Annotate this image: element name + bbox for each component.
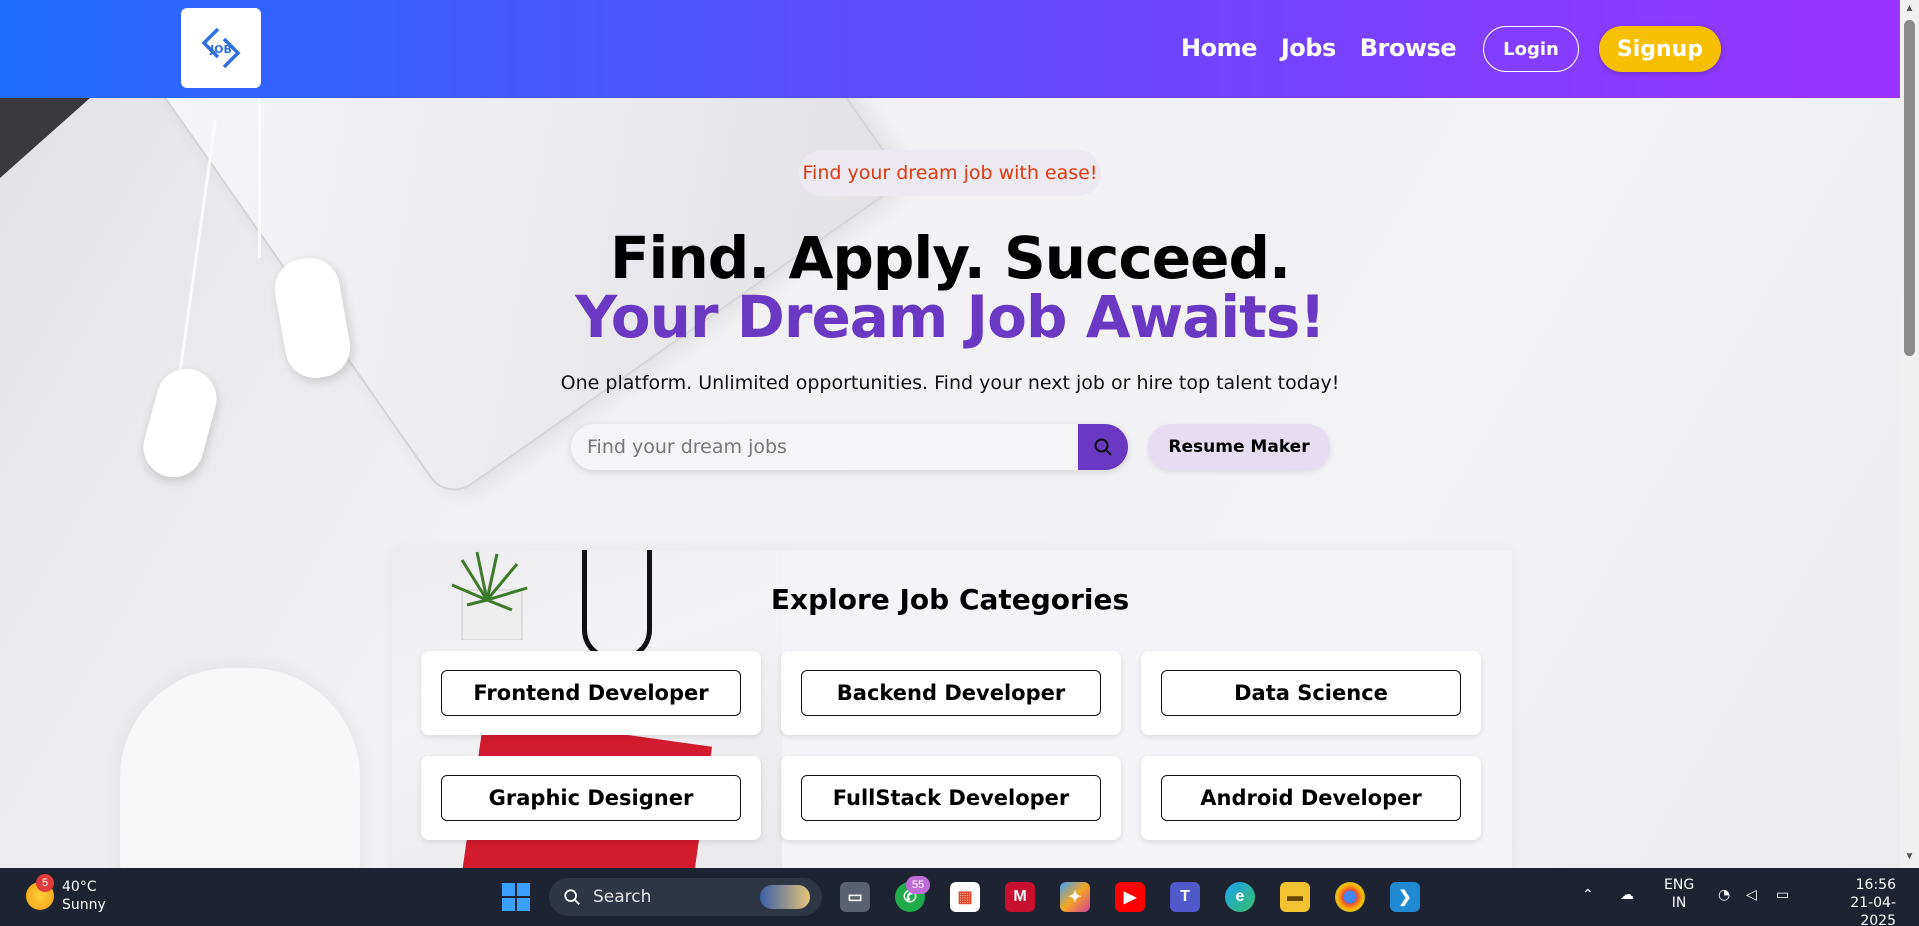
chrome-icon[interactable]	[1335, 882, 1365, 912]
microsoft-store-icon[interactable]: ▦	[950, 882, 980, 912]
nav-links: Home Jobs Browse	[1181, 34, 1457, 62]
nav-link-jobs[interactable]: Jobs	[1281, 34, 1336, 62]
hero-tagline: Find your dream job with ease!	[799, 150, 1101, 196]
scroll-down-icon[interactable]: ▼	[1904, 852, 1915, 862]
navbar: JOB Home Jobs Browse Login Signup	[0, 0, 1900, 98]
scrollbar-thumb[interactable]	[1904, 20, 1915, 356]
hero-subtext: One platform. Unlimited opportunities. F…	[560, 372, 1340, 394]
region-code: IN	[1671, 895, 1687, 911]
search-bar	[571, 424, 1128, 470]
hero-headline: Find. Apply. Succeed.	[609, 224, 1291, 292]
category-button-frontend[interactable]: Frontend Developer	[441, 670, 741, 716]
resume-maker-button[interactable]: Resume Maker	[1148, 424, 1330, 470]
login-button[interactable]: Login	[1483, 26, 1579, 72]
clock-date: 21-04-2025	[1850, 895, 1896, 926]
clock[interactable]: 16:56 21-04-2025	[1816, 876, 1896, 926]
mcafee-icon[interactable]: M	[1005, 882, 1035, 912]
temperature: 40°C	[62, 879, 97, 895]
nav-link-browse[interactable]: Browse	[1360, 34, 1457, 62]
weather-condition: Sunny	[62, 897, 106, 913]
categories-title: Explore Job Categories	[770, 583, 1130, 616]
vscode-icon[interactable]: ❯	[1390, 882, 1420, 912]
search-button[interactable]	[1078, 424, 1128, 470]
task-view-icon[interactable]: ▭	[840, 882, 870, 912]
language-code: ENG	[1664, 877, 1695, 893]
category-button-data-science[interactable]: Data Science	[1161, 670, 1461, 716]
svg-text:JOB: JOB	[209, 43, 232, 56]
clock-time: 16:56	[1855, 877, 1896, 893]
onedrive-icon[interactable]: ☁	[1620, 886, 1634, 904]
search-highlight-icon	[760, 885, 810, 909]
category-card: Android Developer	[1141, 756, 1481, 840]
sun-icon: 5	[26, 874, 54, 910]
category-button-fullstack[interactable]: FullStack Developer	[801, 775, 1101, 821]
category-button-android[interactable]: Android Developer	[1161, 775, 1461, 821]
search-icon	[1094, 438, 1112, 456]
weather-widget[interactable]: 5 40°C Sunny	[26, 874, 106, 914]
category-button-graphic-designer[interactable]: Graphic Designer	[441, 775, 741, 821]
teams-icon[interactable]: T	[1170, 882, 1200, 912]
chevron-up-icon[interactable]: ⌃	[1582, 886, 1594, 904]
search-input[interactable]	[587, 424, 1057, 470]
edge-icon[interactable]: e	[1225, 882, 1255, 912]
laptop-edge-image	[0, 98, 90, 178]
hero-headline-accent: Your Dream Job Awaits!	[575, 283, 1326, 351]
taskbar: 5 40°C Sunny Search ▭ ✆ 55 ▦ M ✦ ▶ T e ▬…	[0, 868, 1919, 926]
copilot-icon[interactable]: ✦	[1060, 882, 1090, 912]
logo-icon: JOB	[201, 27, 241, 69]
category-card: Frontend Developer	[421, 651, 761, 735]
youtube-icon[interactable]: ▶	[1115, 882, 1145, 912]
search-icon	[564, 889, 580, 905]
category-button-backend[interactable]: Backend Developer	[801, 670, 1101, 716]
category-card: Backend Developer	[781, 651, 1121, 735]
volume-icon[interactable]: ◁	[1746, 886, 1757, 904]
category-card: FullStack Developer	[781, 756, 1121, 840]
nav-link-home[interactable]: Home	[1181, 34, 1257, 62]
scroll-up-icon[interactable]: ▲	[1904, 4, 1915, 14]
battery-icon[interactable]: ▭	[1776, 886, 1789, 904]
windows-start-icon[interactable]	[502, 883, 530, 911]
logo[interactable]: JOB	[181, 8, 261, 88]
signup-button[interactable]: Signup	[1599, 26, 1721, 72]
taskbar-search[interactable]: Search	[549, 878, 822, 916]
file-explorer-icon[interactable]: ▬	[1280, 882, 1310, 912]
wifi-icon[interactable]: ◔	[1718, 886, 1730, 904]
mouse-image	[120, 668, 360, 868]
language-indicator[interactable]: ENG IN	[1664, 876, 1694, 912]
whatsapp-badge: 55	[906, 876, 930, 894]
taskbar-search-label: Search	[593, 887, 652, 907]
category-card: Graphic Designer	[421, 756, 761, 840]
weather-badge: 5	[36, 874, 54, 892]
category-card: Data Science	[1141, 651, 1481, 735]
